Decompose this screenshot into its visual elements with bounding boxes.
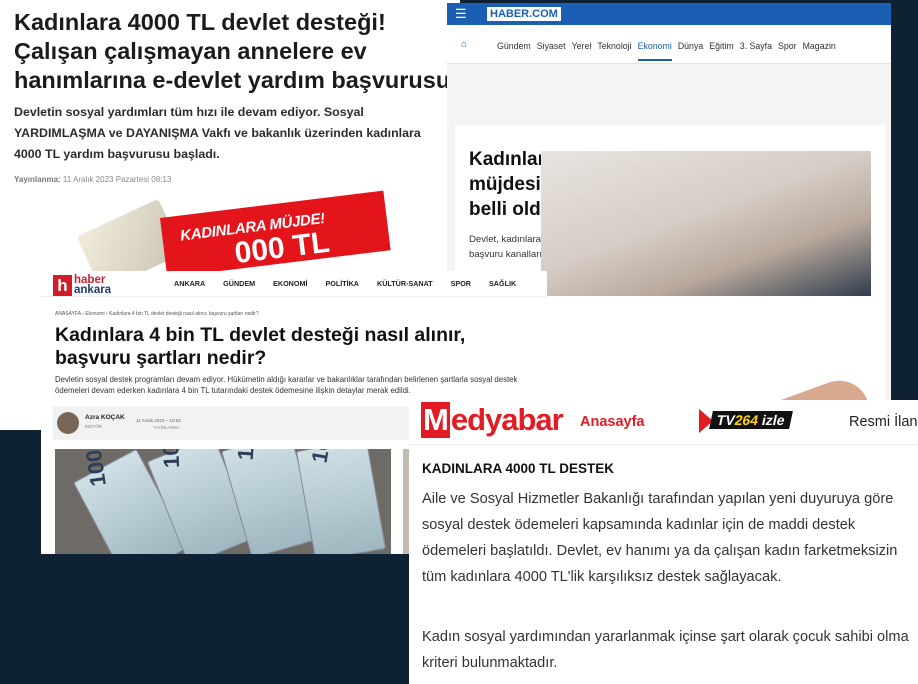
author-role: EDİTÖR [85, 424, 103, 429]
news-card-4: Medyabar Anasayfa TV264 izle Resmi İlan … [409, 400, 918, 684]
nav-divider [41, 296, 547, 297]
avatar[interactable] [57, 412, 79, 434]
nav-home[interactable]: Anasayfa [580, 414, 644, 430]
nav-items: Gündem Siyaset Yerel Teknoloji Ekonomi Dünya E… [497, 41, 842, 61]
author-name[interactable]: Azra KOÇAK [85, 414, 125, 421]
tv-label: TV264 izle [709, 411, 793, 429]
nav3-item[interactable]: KÜLTÜR-SANAT [377, 279, 433, 288]
promo-banner: KADINLARA MÜJDE! 000 TL [160, 190, 391, 278]
banknotes-photo: 100 100 100 100 [55, 449, 391, 554]
nav-item-spor[interactable]: Spor [778, 41, 797, 51]
nav3-item[interactable]: SPOR [451, 279, 471, 288]
publish-date: 11 Aralık 2023 Pazartesi 08:13 [62, 175, 172, 184]
category-nav-3: ANKARA GÜNDEM EKONOMİ POLİTİKA KÜLTÜR-SANAT S… [174, 279, 534, 288]
category-nav: ⌂ Gündem Siyaset Yerel Teknoloji Ekonomi Düny… [447, 25, 891, 64]
nav-item-yerel[interactable]: Yerel [572, 41, 592, 51]
logo-text: Medyabar [421, 402, 564, 438]
heading-4: KADINLARA 4000 TL DESTEK [422, 461, 615, 476]
nav-resmi-ilan[interactable]: Resmi İlan [849, 414, 918, 430]
headline-1[interactable]: Kadınlara 4000 TL devlet desteği! Çalışa… [14, 8, 454, 95]
header-divider [409, 444, 918, 445]
article-date: 11 Aralık 2023 – 10:53 [136, 418, 181, 423]
headline-3[interactable]: Kadınlara 4 bin TL devlet desteği nasıl … [55, 324, 541, 370]
site-logo-haberankara[interactable]: h haber ankara [53, 274, 112, 297]
nav3-item[interactable]: SAĞLIK [489, 279, 516, 288]
nav-item-teknoloji[interactable]: Teknoloji [597, 41, 631, 51]
breadcrumb[interactable]: ANASAYFA › Ekonomi › Kadınlara 4 bin TL … [55, 311, 259, 317]
tv-live-button[interactable]: TV264 izle [699, 409, 797, 433]
nav-item-ekonomi[interactable]: Ekonomi [637, 41, 672, 61]
nav3-item[interactable]: POLİTİKA [325, 279, 359, 288]
publish-label: Yayınlanma: [14, 175, 61, 184]
nav-item-g-ndem[interactable]: Gündem [497, 41, 531, 51]
logo-text: haber ankara [74, 274, 112, 296]
bill-value: 100 [233, 449, 261, 461]
site-logo-medyabar[interactable]: Medyabar [421, 402, 564, 438]
nav3-item[interactable]: GÜNDEM [223, 279, 255, 288]
paragraph-1: Aile ve Sosyal Hizmetler Bakanlığı taraf… [422, 491, 898, 585]
summary-1: Devletin sosyal yardımları tüm hızı ile … [14, 105, 421, 161]
published-label: YAYINLANMA [153, 425, 180, 430]
bill-value: 100 [157, 449, 185, 469]
nav-item-d-nya[interactable]: Dünya [678, 41, 703, 51]
nav-item-magazin[interactable]: Magazin [803, 41, 836, 51]
logo-mark: h [53, 275, 72, 297]
nav-item-3-sayfa[interactable]: 3. Sayfa [740, 41, 772, 51]
paragraph-2: Kadın sosyal yardımından yararlanmak içi… [422, 629, 909, 671]
publish-info-1: Yayınlanma: 11 Aralık 2023 Pazartesi 08:… [14, 175, 171, 184]
site-logo[interactable]: HABER.COM [487, 7, 561, 21]
nav-item-siyaset[interactable]: Siyaset [537, 41, 566, 51]
home-icon[interactable]: ⌂ [461, 39, 467, 50]
nav-item-e-itim[interactable]: Eğitim [709, 41, 733, 51]
logo-bottom: ankara [74, 284, 112, 296]
hand-money-photo [541, 151, 878, 403]
summary-3: Devletin sosyal destek programları devam… [55, 375, 518, 395]
nav3-item[interactable]: ANKARA [174, 279, 205, 288]
top-bar: ☰ HABER.COM [447, 3, 891, 25]
nav3-item[interactable]: EKONOMİ [273, 279, 307, 288]
bill-value: 100 [307, 449, 339, 465]
bill-value: 100 [80, 449, 111, 488]
menu-icon[interactable]: ☰ [455, 6, 467, 22]
